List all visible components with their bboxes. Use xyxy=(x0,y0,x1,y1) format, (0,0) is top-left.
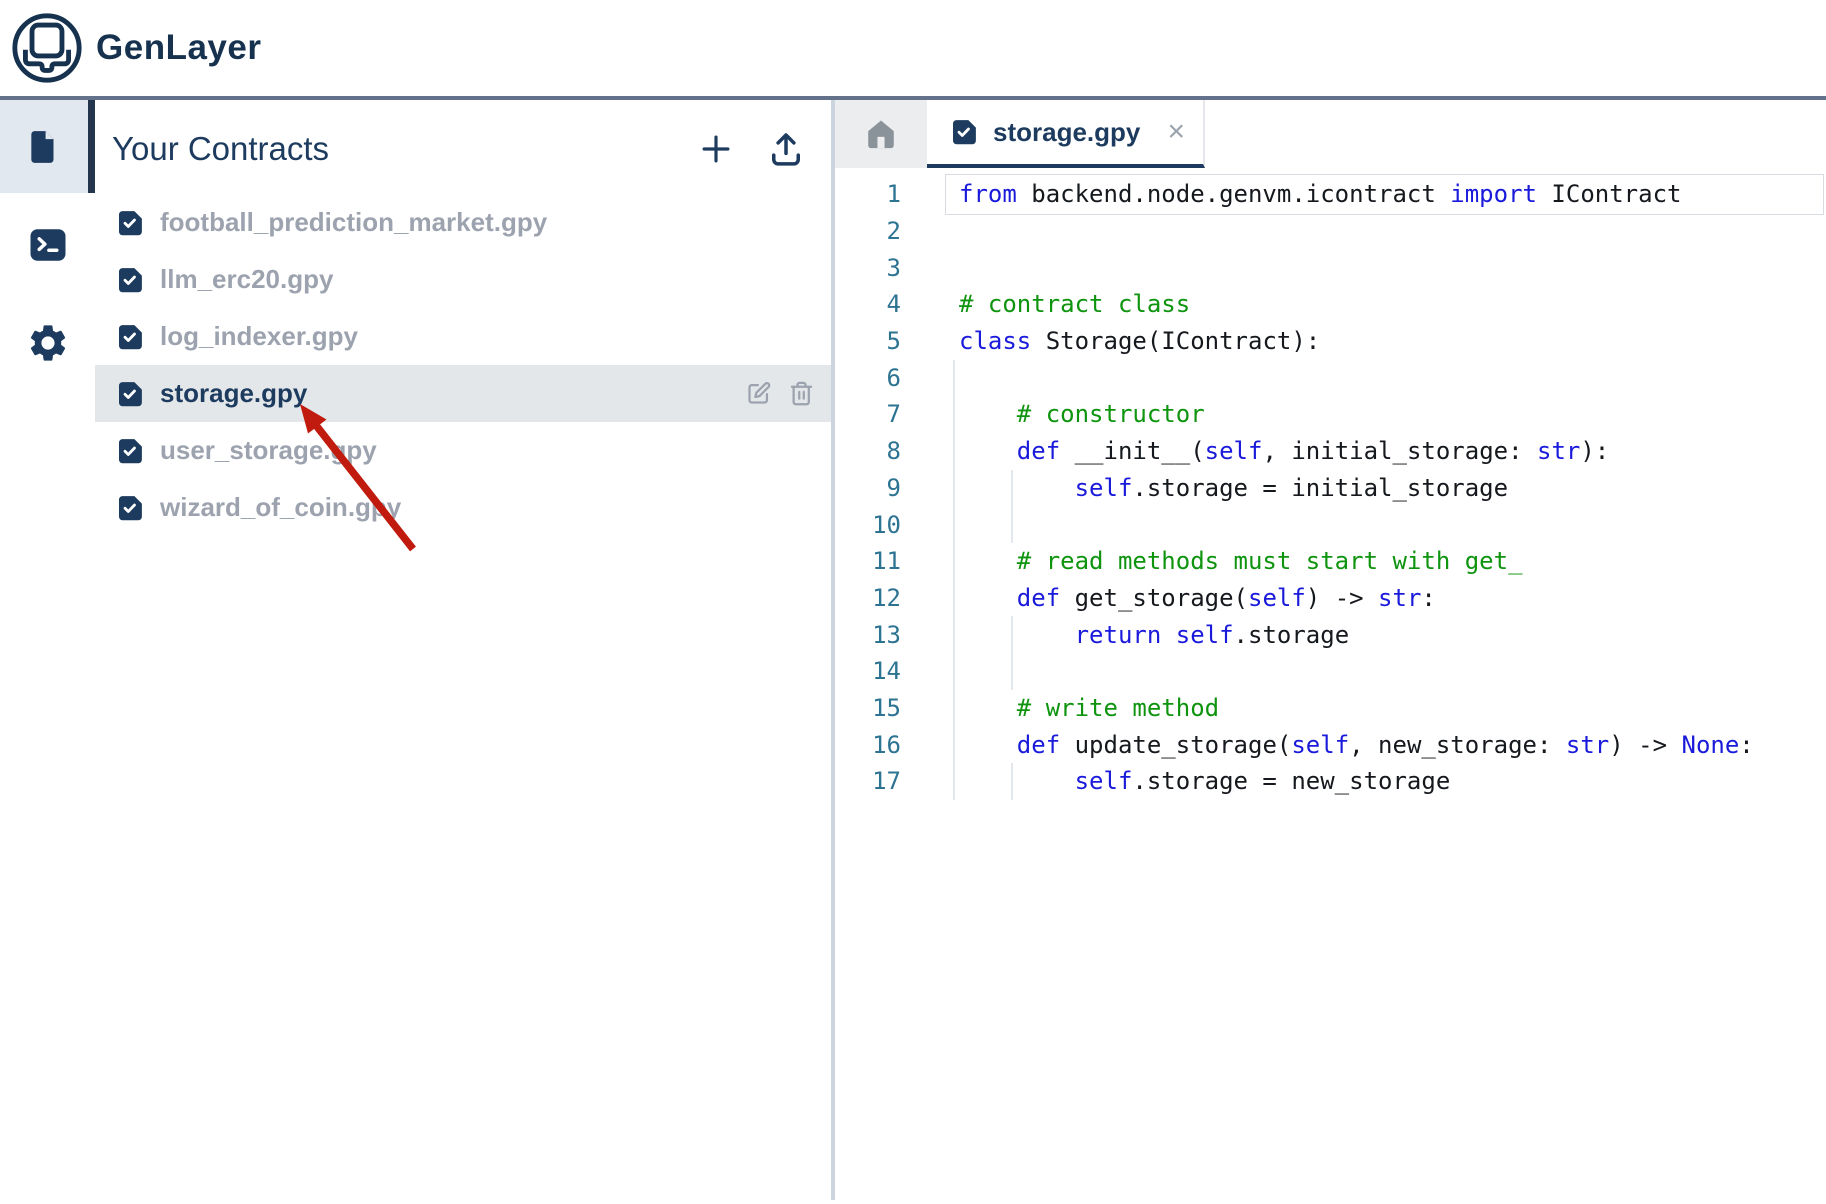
gear-icon xyxy=(26,321,70,365)
sidebar-item-terminal[interactable] xyxy=(0,198,95,291)
editor-tab-bar: storage.gpy × xyxy=(835,100,1826,168)
line-number: 1 xyxy=(835,180,901,208)
home-icon xyxy=(864,117,898,151)
line-number: 9 xyxy=(835,474,901,502)
line-number: 13 xyxy=(835,621,901,649)
line-number: 8 xyxy=(835,437,901,465)
code-line: 12 def get_storage(self) -> str: xyxy=(835,580,1826,617)
code-editor[interactable]: 1from backend.node.genvm.icontract impor… xyxy=(835,168,1826,1200)
code-line: 13 return self.storage xyxy=(835,616,1826,653)
tab-close-icon[interactable]: × xyxy=(1167,117,1185,147)
line-number: 6 xyxy=(835,364,901,392)
line-number: 2 xyxy=(835,217,901,245)
file-check-icon xyxy=(949,117,979,147)
file-check-icon xyxy=(115,379,145,409)
app-title: GenLayer xyxy=(96,28,261,68)
line-number: 11 xyxy=(835,547,901,575)
file-check-icon xyxy=(115,436,145,466)
line-number: 7 xyxy=(835,400,901,428)
code-editor-pane: storage.gpy × 1from backend.node.genvm.i… xyxy=(835,100,1826,1200)
home-tab-button[interactable] xyxy=(835,100,927,168)
edit-icon[interactable] xyxy=(745,380,772,407)
contracts-panel-header: Your Contracts xyxy=(95,100,831,194)
line-number: 12 xyxy=(835,584,901,612)
code-line: 1from backend.node.genvm.icontract impor… xyxy=(835,176,1826,213)
code-line: 15 # write method xyxy=(835,690,1826,727)
code-line: 11 # read methods must start with get_ xyxy=(835,543,1826,580)
indent-guide xyxy=(1011,470,1013,543)
add-contract-button[interactable] xyxy=(697,130,735,168)
line-number: 16 xyxy=(835,731,901,759)
line-number: 5 xyxy=(835,327,901,355)
contract-file-row[interactable]: llm_erc20.gpy xyxy=(95,251,831,308)
terminal-icon xyxy=(27,224,69,266)
line-number: 17 xyxy=(835,767,901,795)
indent-guide xyxy=(953,360,955,800)
code-line: 10 xyxy=(835,506,1826,543)
indent-guide xyxy=(1011,616,1013,690)
tab-label: storage.gpy xyxy=(993,117,1153,148)
file-check-icon xyxy=(115,322,145,352)
contract-file-row[interactable]: wizard_of_coin.gpy xyxy=(95,479,831,536)
code-line: 7 # constructor xyxy=(835,396,1826,433)
upload-icon xyxy=(765,128,807,170)
indent-guide xyxy=(1011,763,1013,800)
code-line: 16 def update_storage(self, new_storage:… xyxy=(835,726,1826,763)
code-line: 2 xyxy=(835,213,1826,250)
contracts-file-list: football_prediction_market.gpy llm_erc20… xyxy=(95,194,831,536)
contract-file-name: football_prediction_market.gpy xyxy=(160,207,547,238)
contract-file-name: storage.gpy xyxy=(160,378,307,409)
line-number: 14 xyxy=(835,657,901,685)
contract-file-name: log_indexer.gpy xyxy=(160,321,358,352)
sidebar-item-contracts[interactable] xyxy=(0,100,95,193)
file-check-icon xyxy=(115,208,145,238)
line-number: 4 xyxy=(835,290,901,318)
line-number: 10 xyxy=(835,511,901,539)
contract-file-name: llm_erc20.gpy xyxy=(160,264,333,295)
plus-icon xyxy=(697,130,735,168)
contract-file-name: wizard_of_coin.gpy xyxy=(160,492,401,523)
file-icon xyxy=(25,127,63,167)
contract-file-row[interactable]: storage.gpy xyxy=(95,365,831,422)
code-line: 6 xyxy=(835,359,1826,396)
contract-file-row[interactable]: log_indexer.gpy xyxy=(95,308,831,365)
contract-file-row[interactable]: user_storage.gpy xyxy=(95,422,831,479)
code-line: 3 xyxy=(835,249,1826,286)
tab-storage-gpy[interactable]: storage.gpy × xyxy=(927,100,1205,168)
code-line: 14 xyxy=(835,653,1826,690)
app-header: GenLayer xyxy=(0,0,1826,100)
code-line: 17 self.storage = new_storage xyxy=(835,763,1826,800)
file-check-icon xyxy=(115,265,145,295)
code-line: 9 self.storage = initial_storage xyxy=(835,470,1826,507)
contract-file-row[interactable]: football_prediction_market.gpy xyxy=(95,194,831,251)
genlayer-logo-icon xyxy=(10,11,84,85)
page-title: Your Contracts xyxy=(112,130,697,168)
line-number: 15 xyxy=(835,694,901,722)
code-line: 8 def __init__(self, initial_storage: st… xyxy=(835,433,1826,470)
upload-contract-button[interactable] xyxy=(765,128,807,170)
left-icon-rail xyxy=(0,100,95,1200)
line-number: 3 xyxy=(835,254,901,282)
code-line: 5class Storage(IContract): xyxy=(835,323,1826,360)
contracts-panel: Your Contracts f xyxy=(95,100,835,1200)
contract-file-name: user_storage.gpy xyxy=(160,435,377,466)
trash-icon[interactable] xyxy=(788,380,815,407)
code-line: 4# contract class xyxy=(835,286,1826,323)
file-check-icon xyxy=(115,493,145,523)
sidebar-item-settings[interactable] xyxy=(0,296,95,389)
